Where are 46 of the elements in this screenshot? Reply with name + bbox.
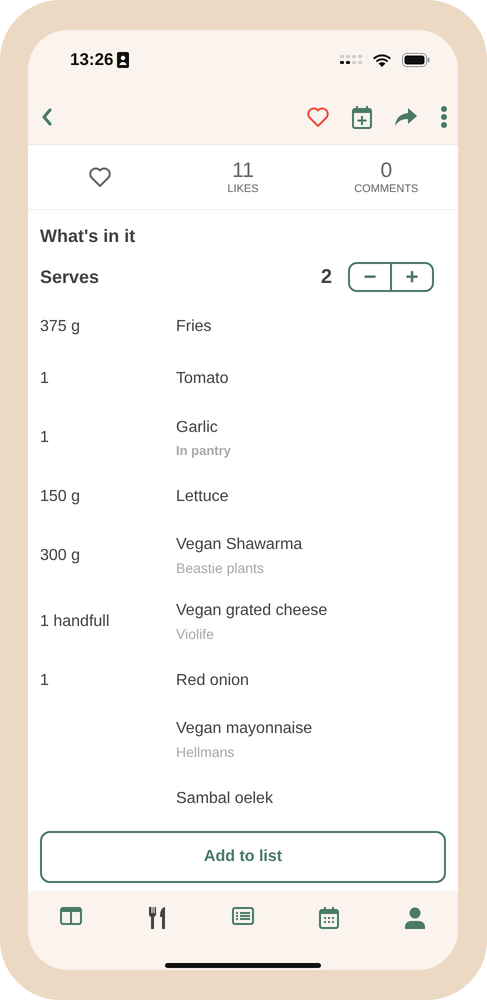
ingredient-name: Garlic [176, 418, 219, 437]
ingredient-name: Vegan grated cheese [176, 602, 328, 620]
add-to-calendar-button[interactable] [352, 104, 372, 129]
ingredient-amount: 375 g [40, 318, 80, 336]
ingredient-amount: 150 g [40, 488, 80, 506]
ingredient-name: Vegan mayonnaise [176, 720, 314, 738]
list-icon [232, 907, 254, 926]
battery-icon [402, 52, 430, 66]
ingredient-name: Vegan Shawarma [176, 536, 304, 554]
serves-label: Serves [40, 266, 100, 288]
ingredient-name: Red onion [176, 672, 250, 690]
ingredient-name: Sambal oelek [176, 790, 274, 808]
like-button[interactable] [88, 166, 112, 188]
stat-count: 11 [232, 159, 254, 184]
ingredient-amount: 1 handfull [40, 613, 110, 630]
contact-card-icon [117, 52, 130, 68]
back-button[interactable] [40, 106, 54, 127]
ingredient-name: Fries [176, 318, 213, 336]
ingredient-brand: Hellmans [176, 744, 236, 760]
signal-icon [340, 54, 362, 64]
ingredient-name: Lettuce [176, 488, 230, 506]
ingredient-amount: 1 [40, 370, 49, 388]
add-to-list-button[interactable]: Add to list [40, 831, 446, 884]
share-button[interactable] [394, 106, 418, 127]
decrease-button[interactable]: − [350, 264, 390, 290]
favorite-button[interactable] [306, 106, 330, 128]
section-title: What's in it [40, 226, 136, 248]
increase-button[interactable]: + [390, 264, 432, 290]
more-button[interactable] [440, 104, 448, 129]
serves-count: 2 [320, 266, 332, 289]
wifi-icon [372, 52, 392, 66]
stat-label: COMMENTS [354, 183, 418, 196]
stat-label: LIKES [227, 183, 259, 196]
ingredient-brand: Beastie plants [176, 560, 265, 576]
stat-count: 0 [380, 159, 392, 184]
cutlery-icon [148, 907, 166, 930]
ingredient-brand: Violife [176, 626, 215, 642]
status-time: 13:26 [70, 50, 114, 70]
ingredient-amount: 1 [40, 429, 49, 446]
columns-icon [60, 907, 82, 926]
person-icon [404, 907, 426, 930]
ingredient-name: Tomato [176, 370, 230, 388]
calendar-icon [319, 907, 339, 930]
pantry-status: In pantry [176, 442, 232, 458]
ingredient-amount: 300 g [40, 547, 80, 564]
ingredient-amount: 1 [40, 672, 49, 690]
